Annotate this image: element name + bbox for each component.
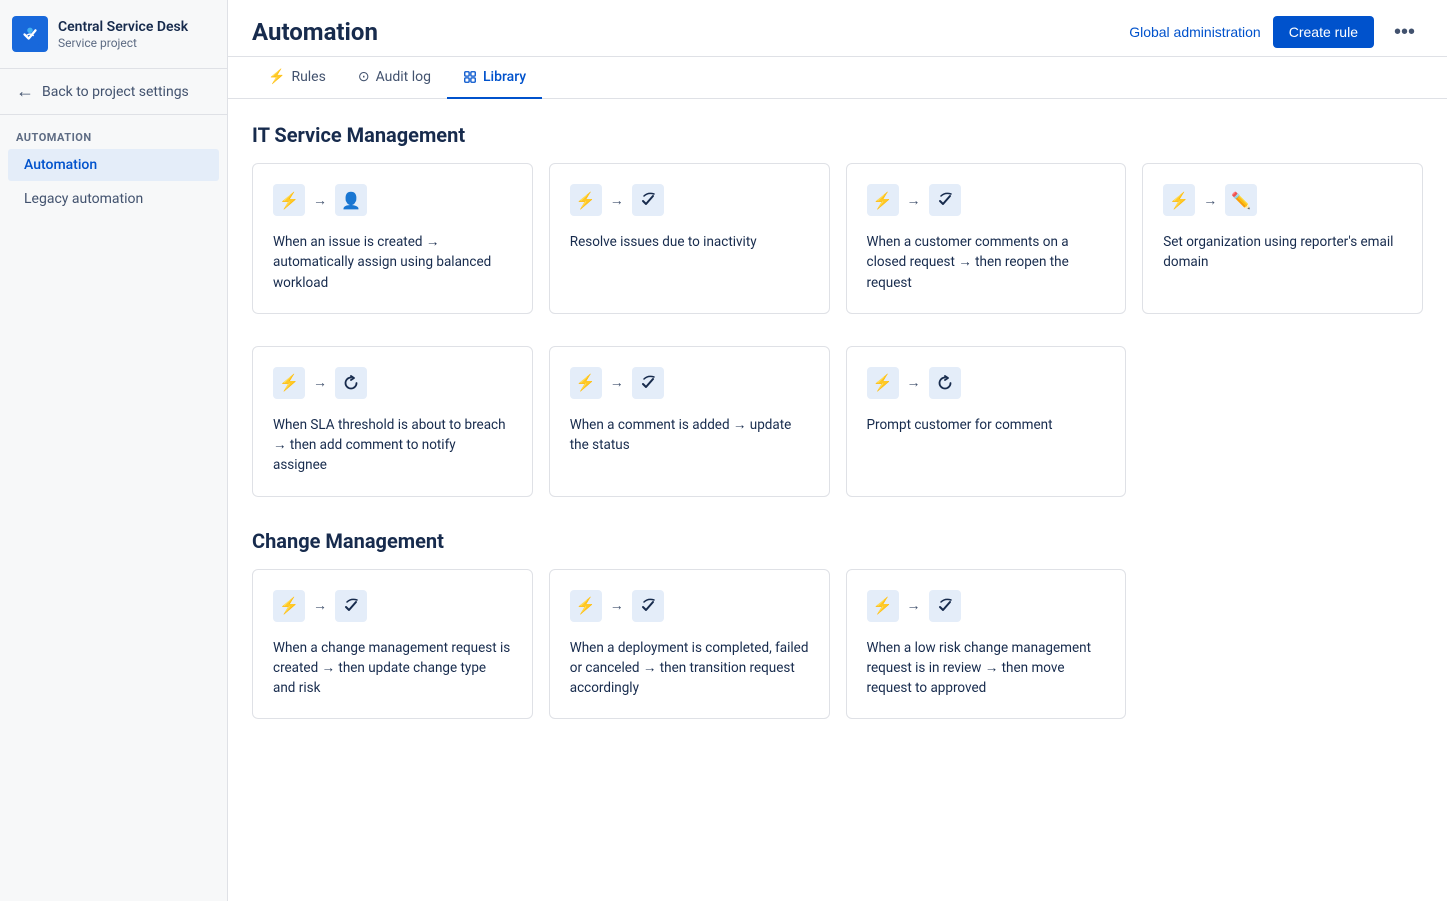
project-name: Central Service Desk <box>58 18 188 36</box>
trigger-icon-bolt-7: ⚡ <box>867 367 899 399</box>
card-prompt-comment-label: Prompt customer for comment <box>867 415 1106 435</box>
action-icon-person: 👤 <box>335 184 367 216</box>
arrow-icon-6: → <box>610 374 624 391</box>
trigger-icon-bolt-8: ⚡ <box>273 590 305 622</box>
trigger-icon-bolt-5: ⚡ <box>273 367 305 399</box>
card-prompt-comment-icons: ⚡ → <box>867 367 1106 399</box>
main-content: Automation Global administration Create … <box>228 0 1447 901</box>
sidebar-item-automation[interactable]: Automation <box>8 149 219 181</box>
card-sla-breach[interactable]: ⚡ → When SLA threshold is about to breac… <box>252 346 533 497</box>
action-icon-pencil: ✏️ <box>1225 184 1257 216</box>
tab-rules[interactable]: ⚡ Rules <box>252 57 342 99</box>
card-set-org-icons: ⚡ → ✏️ <box>1163 184 1402 216</box>
card-deployment[interactable]: ⚡ → When a deployment is completed, fail… <box>549 569 830 720</box>
sidebar-header: Central Service Desk Service project <box>0 0 227 69</box>
card-change-type-risk[interactable]: ⚡ → When a change management request is … <box>252 569 533 720</box>
sidebar: Central Service Desk Service project ← B… <box>0 0 228 901</box>
more-icon: ••• <box>1394 21 1415 43</box>
project-type: Service project <box>58 36 188 50</box>
tab-bar: ⚡ Rules ⊙ Audit log Library <box>228 57 1447 99</box>
card-change-type-risk-icons: ⚡ → <box>273 590 512 622</box>
tab-audit-log-label: Audit log <box>376 69 431 85</box>
card-deployment-icons: ⚡ → <box>570 590 809 622</box>
action-icon-change <box>335 590 367 622</box>
card-change-type-risk-label: When a change management request is crea… <box>273 638 512 699</box>
trigger-icon-bolt-3: ⚡ <box>867 184 899 216</box>
action-icon-cycle-2 <box>929 367 961 399</box>
back-icon: ← <box>16 81 34 102</box>
sidebar-item-legacy-automation[interactable]: Legacy automation <box>8 183 219 215</box>
sidebar-item-automation-label: Automation <box>24 157 97 173</box>
project-logo <box>12 16 48 52</box>
card-comment-status-label: When a comment is added → update the sta… <box>570 415 809 456</box>
tab-library-label: Library <box>483 69 526 85</box>
trigger-icon-bolt: ⚡ <box>273 184 305 216</box>
arrow-icon-7: → <box>907 374 921 391</box>
arrow-icon-2: → <box>610 192 624 209</box>
arrow-icon-10: → <box>907 597 921 614</box>
global-administration-button[interactable]: Global administration <box>1129 24 1261 40</box>
change-management-title: Change Management <box>252 529 1423 553</box>
it-sm-row-1: ⚡ → 👤 When an issue is created → automat… <box>252 163 1423 314</box>
card-low-risk-review[interactable]: ⚡ → When a low risk change management re… <box>846 569 1127 720</box>
arrow-icon-9: → <box>610 597 624 614</box>
create-rule-button[interactable]: Create rule <box>1273 16 1374 48</box>
content-area: IT Service Management ⚡ → 👤 When an issu… <box>228 99 1447 901</box>
it-service-management-title: IT Service Management <box>252 123 1423 147</box>
card-reopen-request-icons: ⚡ → <box>867 184 1106 216</box>
sidebar-section-label: AUTOMATION <box>0 115 227 148</box>
action-icon-reopen <box>929 184 961 216</box>
card-sla-breach-label: When SLA threshold is about to breach → … <box>273 415 512 476</box>
card-resolve-inactivity-icons: ⚡ → <box>570 184 809 216</box>
back-label: Back to project settings <box>42 84 189 100</box>
arrow-icon-8: → <box>313 597 327 614</box>
card-low-risk-review-icons: ⚡ → <box>867 590 1106 622</box>
card-low-risk-review-label: When a low risk change management reques… <box>867 638 1106 699</box>
arrow-icon: → <box>313 192 327 209</box>
card-assign-workload-label: When an issue is created → automatically… <box>273 232 512 293</box>
card-deployment-label: When a deployment is completed, failed o… <box>570 638 809 699</box>
action-icon-cycle <box>335 367 367 399</box>
page-title: Automation <box>252 18 378 46</box>
back-to-project-settings[interactable]: ← Back to project settings <box>0 69 227 115</box>
card-set-org[interactable]: ⚡ → ✏️ Set organization using reporter's… <box>1142 163 1423 314</box>
card-prompt-comment[interactable]: ⚡ → Prompt customer for comment <box>846 346 1127 497</box>
it-sm-row-2: ⚡ → When SLA threshold is about to breac… <box>252 346 1423 497</box>
trigger-icon-bolt-10: ⚡ <box>867 590 899 622</box>
more-options-button[interactable]: ••• <box>1386 17 1423 48</box>
tab-rules-label: Rules <box>291 69 325 85</box>
card-comment-status[interactable]: ⚡ → When a comment is added → update the… <box>549 346 830 497</box>
audit-log-icon: ⊙ <box>358 69 370 85</box>
tab-audit-log[interactable]: ⊙ Audit log <box>342 57 447 99</box>
action-icon-status-2 <box>632 367 664 399</box>
top-bar: Automation Global administration Create … <box>228 0 1447 57</box>
project-info: Central Service Desk Service project <box>58 18 188 50</box>
tab-library[interactable]: Library <box>447 57 542 99</box>
top-bar-actions: Global administration Create rule ••• <box>1129 16 1423 48</box>
action-icon-deployment <box>632 590 664 622</box>
card-resolve-inactivity-label: Resolve issues due to inactivity <box>570 232 809 252</box>
arrow-icon-5: → <box>313 374 327 391</box>
rules-icon: ⚡ <box>268 69 285 85</box>
library-icon <box>463 69 477 85</box>
action-icon-status <box>632 184 664 216</box>
card-assign-workload[interactable]: ⚡ → 👤 When an issue is created → automat… <box>252 163 533 314</box>
trigger-icon-bolt-6: ⚡ <box>570 367 602 399</box>
arrow-icon-3: → <box>907 192 921 209</box>
card-resolve-inactivity[interactable]: ⚡ → Resolve issues due to inactivity <box>549 163 830 314</box>
card-comment-status-icons: ⚡ → <box>570 367 809 399</box>
card-set-org-label: Set organization using reporter's email … <box>1163 232 1402 273</box>
change-mgmt-row-1: ⚡ → When a change management request is … <box>252 569 1423 720</box>
sidebar-item-legacy-label: Legacy automation <box>24 191 143 207</box>
arrow-icon-4: → <box>1203 192 1217 209</box>
card-sla-breach-icons: ⚡ → <box>273 367 512 399</box>
card-reopen-request-label: When a customer comments on a closed req… <box>867 232 1106 293</box>
action-icon-low-risk <box>929 590 961 622</box>
trigger-icon-bolt-4: ⚡ <box>1163 184 1195 216</box>
card-assign-workload-icons: ⚡ → 👤 <box>273 184 512 216</box>
trigger-icon-bolt-9: ⚡ <box>570 590 602 622</box>
trigger-icon-bolt-2: ⚡ <box>570 184 602 216</box>
card-reopen-request[interactable]: ⚡ → When a customer comments on a closed… <box>846 163 1127 314</box>
